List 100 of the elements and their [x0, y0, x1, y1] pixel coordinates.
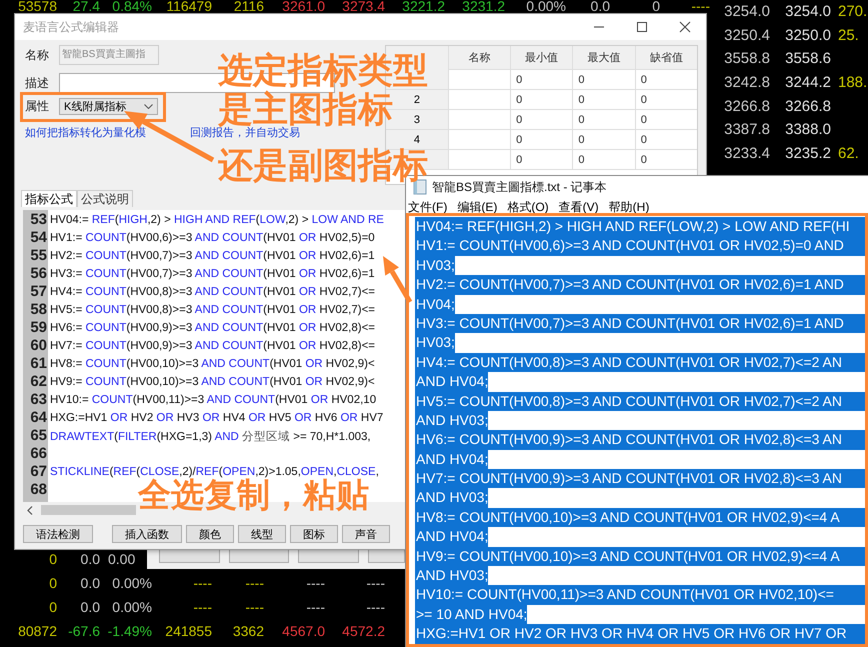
- editor-button[interactable]: 插入函数: [112, 525, 182, 543]
- quote-value: -1.49%: [106, 622, 152, 641]
- editor-button[interactable]: 线型: [238, 525, 286, 543]
- line-number: 65: [29, 427, 48, 445]
- quote-value: 0.00%: [525, 0, 566, 13]
- quote-value: 3387.8: [723, 120, 770, 140]
- quote-value: 0: [48, 574, 57, 593]
- table-cell: [448, 90, 511, 110]
- quote-value: 3273.4: [341, 0, 385, 13]
- maximize-icon: [636, 21, 648, 33]
- table-cell: 0: [510, 70, 573, 90]
- menu-item[interactable]: 格式(O): [507, 198, 549, 216]
- close-icon: [678, 21, 690, 33]
- quote-value: 0.0: [80, 598, 100, 617]
- table-cell: 0: [572, 130, 636, 150]
- code-line: HV04:= REF(HIGH,2) > HIGH AND REF(LOW,2) > LOW AND RE: [50, 213, 384, 228]
- help-link[interactable]: 如何把指标转化为量化模: [25, 127, 146, 140]
- quote-value: 0.00%: [111, 574, 152, 593]
- window-title: 智龍BS買賣主圖指標.txt - 记事本: [432, 178, 607, 196]
- code-line: STICKLINE(REF(CLOSE,2)/REF(OPEN,2)>1.05,OPEN,CLOSE,: [50, 465, 379, 478]
- menu-item[interactable]: 文件(F): [408, 198, 448, 216]
- quote-value: 0.0: [80, 550, 100, 569]
- line-number: 58: [29, 301, 48, 319]
- quote-value: ----: [690, 0, 710, 13]
- tab[interactable]: 公式说明: [77, 190, 133, 207]
- quote-value: 80872: [17, 622, 57, 641]
- code-line: DRAWTEXT(FILTER(HXG=1,3) AND 分型区域 >= 70,H*1.003,: [50, 428, 371, 445]
- quote-value: 0.84%: [111, 0, 152, 13]
- quote-value: 25.: [837, 26, 860, 46]
- line-number: 68: [29, 481, 48, 499]
- editor-button[interactable]: 声音: [342, 525, 390, 543]
- quote-value: ----: [192, 598, 212, 617]
- quote-value: 241855: [164, 622, 212, 641]
- quote-value: 3261.0: [281, 0, 325, 13]
- quote-value: 3244.2: [784, 73, 831, 94]
- menu-item[interactable]: 查看(V): [558, 198, 599, 216]
- type-dropdown[interactable]: K线附属指标: [59, 98, 158, 115]
- help-link[interactable]: 回测报告，并自动交易: [190, 127, 300, 140]
- quote-value: 62.: [837, 144, 860, 164]
- quote-value: ----: [192, 574, 212, 593]
- quote-value: 27.4: [72, 0, 100, 13]
- line-number: 59: [29, 319, 48, 337]
- table-cell: 0: [572, 70, 636, 90]
- quote-value: 3235.2: [784, 144, 831, 164]
- column-header: 名称: [448, 46, 511, 70]
- quote-value: 0.0: [80, 574, 100, 593]
- quote-value: 188.: [837, 73, 868, 94]
- tab[interactable]: 指标公式: [21, 190, 77, 207]
- quote-value: 0.00%: [111, 598, 152, 617]
- scroll-thumb[interactable]: [41, 505, 136, 515]
- editor-button[interactable]: 语法检测: [23, 525, 93, 543]
- quote-value: 53578: [17, 0, 57, 13]
- line-number: 55: [29, 247, 48, 265]
- table-cell: [448, 110, 511, 130]
- code-line: HV1:= COUNT(HV00,6)>=3 AND COUNT(HV01 OR HV02,5)=0: [50, 231, 375, 246]
- annotation-text: 还是副图指标: [218, 148, 428, 183]
- code-line: HV8:= COUNT(HV00,10)>=3 AND COUNT(HV01 OR HV02,9)<: [50, 357, 375, 372]
- table-cell: 0: [510, 150, 573, 170]
- field-label: 描述: [25, 74, 50, 92]
- column-header: 最小值: [510, 46, 573, 70]
- annotation-text: 全选复制，粘贴: [138, 478, 369, 512]
- quote-value: 0: [48, 598, 57, 617]
- table-cell: 0: [510, 110, 573, 130]
- quote-value: ----: [365, 574, 385, 593]
- code-line: HV4:= COUNT(HV00,8)>=3 AND COUNT(HV01 OR HV02,7)<=: [50, 285, 376, 300]
- line-number: 60: [29, 337, 48, 355]
- line-number: 62: [29, 373, 48, 391]
- editor-button[interactable]: 颜色: [186, 525, 234, 543]
- quote-value: 3254.0: [723, 2, 770, 22]
- menu-item[interactable]: 编辑(E): [457, 198, 498, 216]
- quote-value: 4567.0: [281, 622, 325, 641]
- table-cell: 0: [572, 90, 636, 110]
- quote-value: 3221.2: [401, 0, 445, 13]
- line-number: 64: [29, 409, 48, 427]
- code-line: HV7:= COUNT(HV00,9)>=3 AND COUNT(HV01 OR HV02,8)<=: [50, 339, 376, 354]
- row-number: 4: [386, 130, 448, 150]
- table-cell: 0: [572, 110, 636, 130]
- line-number: 56: [29, 265, 48, 283]
- code-line: HXG:=HV1 OR HV2 OR HV3 OR HV4 OR HV5 OR HV6 OR HV7: [50, 411, 384, 426]
- line-number: 57: [29, 283, 48, 301]
- editor-button[interactable]: 图标: [290, 525, 338, 543]
- quote-value: 270.: [837, 2, 868, 22]
- quote-value: 2116: [232, 0, 264, 13]
- line-number: 66: [29, 445, 48, 463]
- annotation-text: 选定指标类型: [218, 53, 428, 88]
- table-cell: 0: [510, 130, 573, 150]
- caret-icon: [144, 104, 153, 109]
- quote-value: 4572.2: [341, 622, 385, 641]
- quote-value: 3558.6: [784, 49, 831, 70]
- menu-item[interactable]: 帮助(H): [608, 198, 650, 216]
- code-line: HV10:= COUNT(HV00,11)>=3 AND COUNT(HV01 OR HV02,10: [50, 393, 376, 408]
- quote-value: ----: [305, 598, 325, 617]
- code-line: HV2:= COUNT(HV00,7)>=3 AND COUNT(HV01 OR HV02,6)=1: [50, 249, 375, 264]
- code-line: HV6:= COUNT(HV00,9)>=3 AND COUNT(HV01 OR HV02,8)<=: [50, 321, 376, 336]
- line-number: 67: [29, 463, 48, 481]
- quote-value: ----: [244, 574, 264, 593]
- code-line: HV9:= COUNT(HV00,10)>=3 AND COUNT(HV01 OR HV02,9)<: [50, 375, 375, 390]
- field-label: 名称: [25, 46, 50, 64]
- quote-value: 0: [651, 0, 660, 13]
- quote-value: 3266.8: [784, 96, 831, 117]
